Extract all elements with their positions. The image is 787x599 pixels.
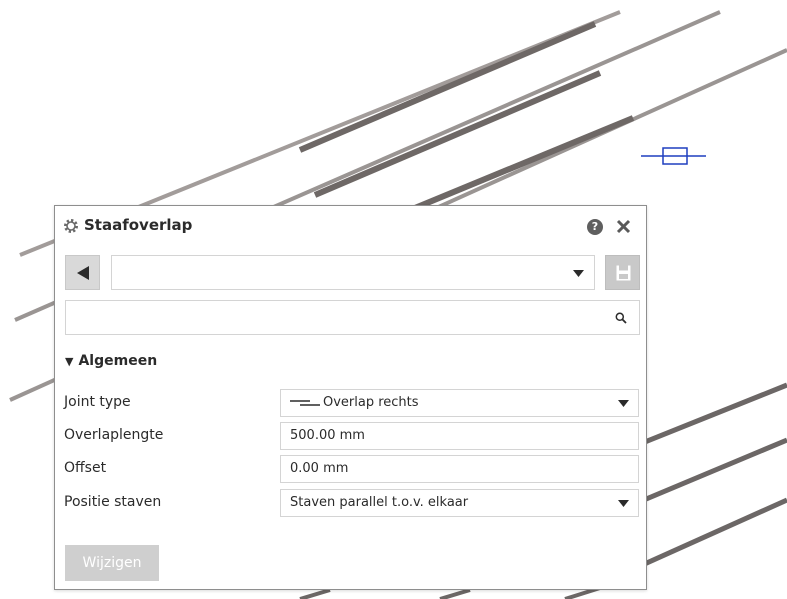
collapse-triangle-icon: ▼ xyxy=(65,355,74,368)
chevron-down-icon xyxy=(618,400,629,407)
rebar-bar xyxy=(299,588,331,599)
section-algemeen-header[interactable]: ▼ Algemeen xyxy=(65,353,157,369)
rebar-overlap xyxy=(313,70,602,198)
preset-dropdown[interactable] xyxy=(111,255,595,290)
offset-value: 0.00 mm xyxy=(290,461,349,476)
chevron-down-icon xyxy=(618,500,629,507)
overlap-line-icon xyxy=(290,399,320,406)
back-arrow-icon xyxy=(77,266,89,280)
offset-label: Offset xyxy=(64,460,107,476)
search-icon[interactable] xyxy=(615,312,627,324)
save-icon xyxy=(616,265,631,281)
bar-position-value: Staven parallel t.o.v. elkaar xyxy=(290,495,469,510)
chevron-down-icon xyxy=(573,270,584,277)
rebar-bar xyxy=(439,588,471,599)
search-input[interactable] xyxy=(65,300,640,335)
help-icon[interactable]: ? xyxy=(587,219,603,235)
joint-type-dropdown[interactable]: Overlap rechts xyxy=(280,389,639,417)
dialog-title: Staafoverlap xyxy=(84,216,193,234)
overlap-length-field[interactable]: 500.00 mm xyxy=(280,422,639,450)
bar-position-label: Positie staven xyxy=(64,494,162,510)
joint-type-label: Joint type xyxy=(64,394,131,410)
gear-icon xyxy=(64,219,78,233)
joint-type-value: Overlap rechts xyxy=(323,395,419,410)
close-icon[interactable] xyxy=(615,218,632,235)
staafoverlap-dialog: Staafoverlap ? ▼ Algemeen Joint type Ove… xyxy=(54,205,647,590)
overlap-length-label: Overlaplengte xyxy=(64,427,164,443)
save-preset-button[interactable] xyxy=(605,255,640,290)
joint-marker-icon[interactable] xyxy=(641,147,706,165)
overlap-length-value: 500.00 mm xyxy=(290,428,365,443)
bar-position-dropdown[interactable]: Staven parallel t.o.v. elkaar xyxy=(280,489,639,517)
dialog-titlebar[interactable]: Staafoverlap ? xyxy=(55,206,646,246)
back-button[interactable] xyxy=(65,255,100,290)
apply-button[interactable]: Wijzigen xyxy=(65,545,159,581)
section-title: Algemeen xyxy=(78,353,158,369)
offset-field[interactable]: 0.00 mm xyxy=(280,455,639,483)
